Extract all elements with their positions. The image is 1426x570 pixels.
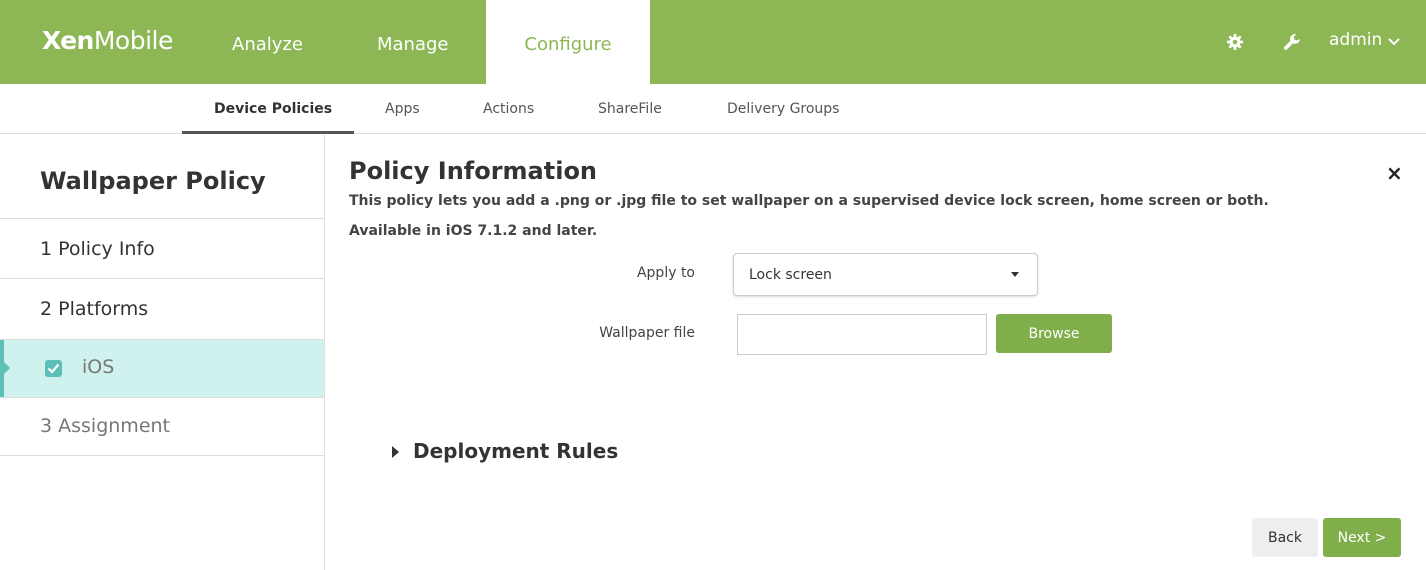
- next-button[interactable]: Next >: [1323, 518, 1401, 557]
- top-navigation-bar: XenMobile Analyze Manage Configure admin: [0, 0, 1426, 84]
- wallpaper-file-label: Wallpaper file: [599, 325, 695, 341]
- caret-down-icon: [1011, 272, 1019, 277]
- sidebar-item-ios[interactable]: iOS: [0, 339, 324, 397]
- wallpaper-file-input[interactable]: [737, 314, 987, 355]
- apply-to-label: Apply to: [636, 265, 695, 281]
- sidebar-item-assignment[interactable]: 3 Assignment: [0, 397, 324, 456]
- tab-configure[interactable]: Configure: [486, 0, 650, 84]
- policy-availability-note: Available in iOS 7.1.2 and later.: [349, 223, 598, 239]
- page-title: Policy Information: [349, 157, 598, 185]
- expand-triangle-icon[interactable]: [392, 446, 399, 458]
- apply-to-value: Lock screen: [749, 267, 832, 283]
- tab-manage[interactable]: Manage: [377, 0, 449, 84]
- logo-light-text: Mobile: [93, 26, 174, 55]
- policy-title: Wallpaper Policy: [40, 167, 266, 195]
- active-subtab-indicator: [182, 131, 354, 134]
- sidebar-item-platforms[interactable]: 2 Platforms: [0, 278, 324, 339]
- sidebar-item-policy-info[interactable]: 1 Policy Info: [0, 218, 324, 278]
- sidebar-item-label: 3 Assignment: [40, 415, 170, 437]
- subtab-apps[interactable]: Apps: [385, 101, 420, 117]
- tab-analyze[interactable]: Analyze: [232, 0, 303, 84]
- subtab-device-policies[interactable]: Device Policies: [214, 101, 332, 117]
- sidebar-item-label: 2 Platforms: [40, 298, 149, 320]
- chevron-down-icon[interactable]: [1388, 38, 1400, 47]
- back-button[interactable]: Back: [1252, 518, 1318, 557]
- browse-button[interactable]: Browse: [996, 314, 1112, 353]
- wizard-sidebar: Wallpaper Policy 1 Policy Info 2 Platfor…: [0, 135, 325, 570]
- sidebar-item-label: iOS: [82, 356, 115, 378]
- apply-to-select[interactable]: Lock screen: [733, 253, 1038, 296]
- logo-bold-text: Xen: [42, 26, 94, 55]
- subtab-actions[interactable]: Actions: [483, 101, 534, 117]
- sidebar-item-label: 1 Policy Info: [40, 238, 155, 260]
- selection-arrow-icon: [4, 362, 10, 374]
- subtab-delivery-groups[interactable]: Delivery Groups: [727, 101, 839, 117]
- gear-icon[interactable]: [1226, 33, 1244, 51]
- deployment-rules-toggle[interactable]: Deployment Rules: [413, 439, 618, 463]
- close-icon[interactable]: ×: [1386, 161, 1403, 185]
- wrench-icon[interactable]: [1282, 32, 1302, 52]
- subtab-sharefile[interactable]: ShareFile: [598, 101, 662, 117]
- user-menu[interactable]: admin: [1329, 30, 1382, 50]
- sub-navigation-bar: Device Policies Apps Actions ShareFile D…: [0, 84, 1426, 134]
- checkbox-checked-icon[interactable]: [45, 360, 62, 377]
- xenmobile-logo[interactable]: XenMobile: [42, 26, 173, 55]
- policy-description: This policy lets you add a .png or .jpg …: [349, 193, 1269, 209]
